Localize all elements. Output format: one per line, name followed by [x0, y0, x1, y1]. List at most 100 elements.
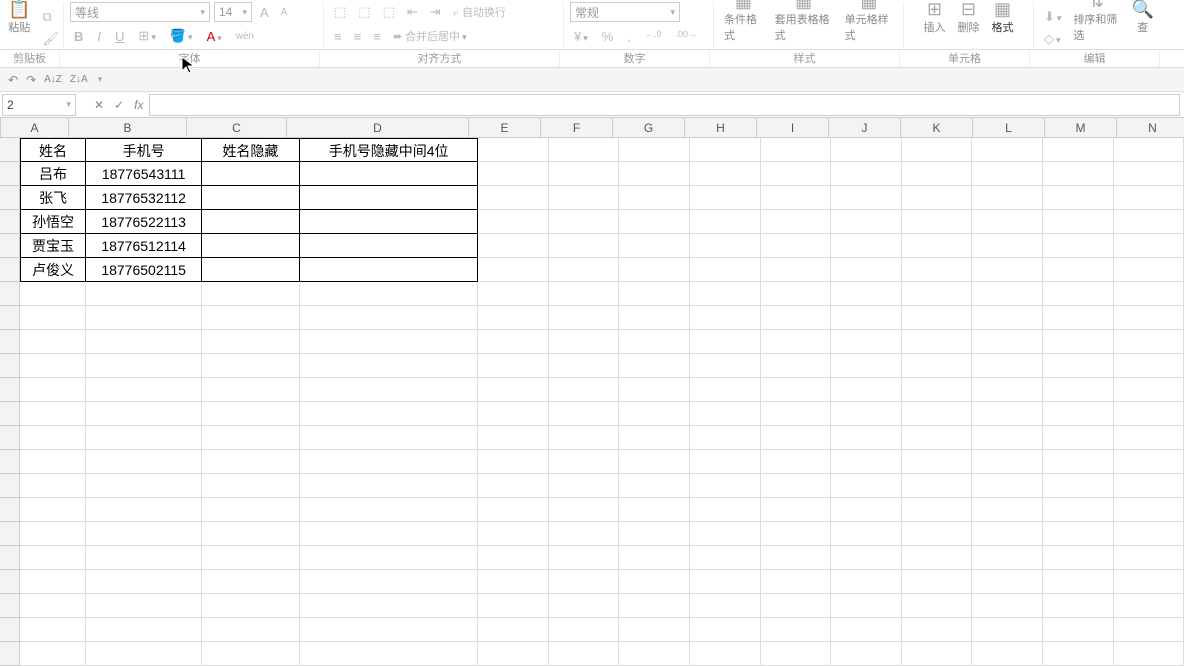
cell[interactable]: [202, 354, 300, 378]
cell[interactable]: [831, 186, 902, 210]
fx-icon[interactable]: fx: [134, 98, 143, 112]
table-format-button[interactable]: ▦套用表格格式: [771, 0, 837, 43]
cell[interactable]: [619, 498, 690, 522]
cell[interactable]: [20, 642, 87, 666]
cell[interactable]: [20, 522, 87, 546]
cell[interactable]: [902, 618, 973, 642]
number-format-select[interactable]: 常规▾: [570, 2, 680, 22]
cell-style-button[interactable]: ▦单元格样式: [841, 0, 897, 43]
cell[interactable]: [972, 570, 1043, 594]
cell[interactable]: [690, 618, 761, 642]
cell[interactable]: [86, 570, 202, 594]
cell[interactable]: [972, 522, 1043, 546]
cell[interactable]: [619, 594, 690, 618]
cell[interactable]: [619, 402, 690, 426]
cell[interactable]: [478, 402, 549, 426]
column-header-C[interactable]: C: [187, 118, 287, 137]
cell[interactable]: 贾宝玉: [20, 234, 87, 258]
cell[interactable]: [690, 282, 761, 306]
cell[interactable]: [549, 378, 620, 402]
redo-button[interactable]: ↷: [26, 73, 36, 87]
cell[interactable]: [202, 450, 300, 474]
insert-button[interactable]: ⊞插入: [920, 0, 950, 35]
row-header[interactable]: [0, 618, 20, 642]
cell[interactable]: [690, 522, 761, 546]
cell[interactable]: [619, 546, 690, 570]
cell[interactable]: [202, 498, 300, 522]
cell[interactable]: [1114, 330, 1184, 354]
cell[interactable]: [972, 546, 1043, 570]
cell[interactable]: [1043, 282, 1114, 306]
percent-button[interactable]: %: [598, 27, 618, 46]
dec-dec-button[interactable]: .00→: [671, 27, 701, 46]
cell[interactable]: [831, 234, 902, 258]
row-header[interactable]: [0, 402, 20, 426]
cell[interactable]: [20, 450, 87, 474]
cell[interactable]: [1114, 546, 1184, 570]
copy-icon[interactable]: ⧉: [38, 7, 63, 27]
cell[interactable]: [902, 162, 973, 186]
cell[interactable]: [902, 306, 973, 330]
font-color-button[interactable]: A▾: [203, 27, 226, 46]
indent-dec-icon[interactable]: ⇤: [403, 2, 422, 22]
cell[interactable]: [902, 594, 973, 618]
cell[interactable]: [690, 378, 761, 402]
cell[interactable]: [86, 402, 202, 426]
cell[interactable]: [300, 234, 478, 258]
cell[interactable]: [300, 282, 478, 306]
column-header-J[interactable]: J: [829, 118, 901, 137]
cell[interactable]: [690, 570, 761, 594]
cell[interactable]: 18776522113: [86, 210, 202, 234]
column-header-G[interactable]: G: [613, 118, 685, 137]
cell[interactable]: [761, 306, 832, 330]
cell[interactable]: [478, 474, 549, 498]
row-header[interactable]: [0, 426, 20, 450]
row-header[interactable]: [0, 642, 20, 666]
cell[interactable]: [549, 162, 620, 186]
cell[interactable]: [86, 522, 202, 546]
cell[interactable]: [1043, 498, 1114, 522]
cell[interactable]: 手机号隐藏中间4位: [300, 138, 478, 162]
cell[interactable]: [902, 498, 973, 522]
italic-button[interactable]: I: [93, 27, 105, 46]
decrease-font-icon[interactable]: A: [277, 5, 292, 20]
cell[interactable]: [972, 450, 1043, 474]
cell[interactable]: [761, 498, 832, 522]
cell[interactable]: [831, 450, 902, 474]
row-header[interactable]: [0, 138, 20, 162]
cell[interactable]: [761, 426, 832, 450]
cell[interactable]: [1043, 594, 1114, 618]
cell[interactable]: [972, 642, 1043, 666]
cell[interactable]: [761, 618, 832, 642]
cell[interactable]: [761, 570, 832, 594]
cell[interactable]: [902, 282, 973, 306]
cell[interactable]: [86, 594, 202, 618]
cell[interactable]: [300, 258, 478, 282]
cell[interactable]: [761, 234, 832, 258]
cell[interactable]: [972, 402, 1043, 426]
cell[interactable]: [478, 138, 549, 162]
cell[interactable]: [761, 642, 832, 666]
cell[interactable]: [549, 498, 620, 522]
cell[interactable]: [86, 498, 202, 522]
cell[interactable]: [902, 402, 973, 426]
cell[interactable]: 18776512114: [86, 234, 202, 258]
cell[interactable]: [202, 258, 300, 282]
cell[interactable]: [86, 426, 202, 450]
find-button[interactable]: 🔍查: [1128, 0, 1158, 35]
fill-icon[interactable]: ⬇▾: [1040, 7, 1065, 27]
cell[interactable]: [300, 162, 478, 186]
row-header[interactable]: [0, 450, 20, 474]
cell[interactable]: [690, 402, 761, 426]
cell[interactable]: [761, 450, 832, 474]
row-header[interactable]: [0, 570, 20, 594]
cell[interactable]: [549, 450, 620, 474]
cell[interactable]: [619, 450, 690, 474]
cell[interactable]: [690, 594, 761, 618]
cell[interactable]: [1114, 354, 1184, 378]
cell[interactable]: [300, 426, 478, 450]
row-header[interactable]: [0, 186, 20, 210]
align-mid-icon[interactable]: ⬚: [354, 2, 374, 22]
currency-button[interactable]: ¥▾: [570, 27, 592, 46]
cell[interactable]: [202, 234, 300, 258]
